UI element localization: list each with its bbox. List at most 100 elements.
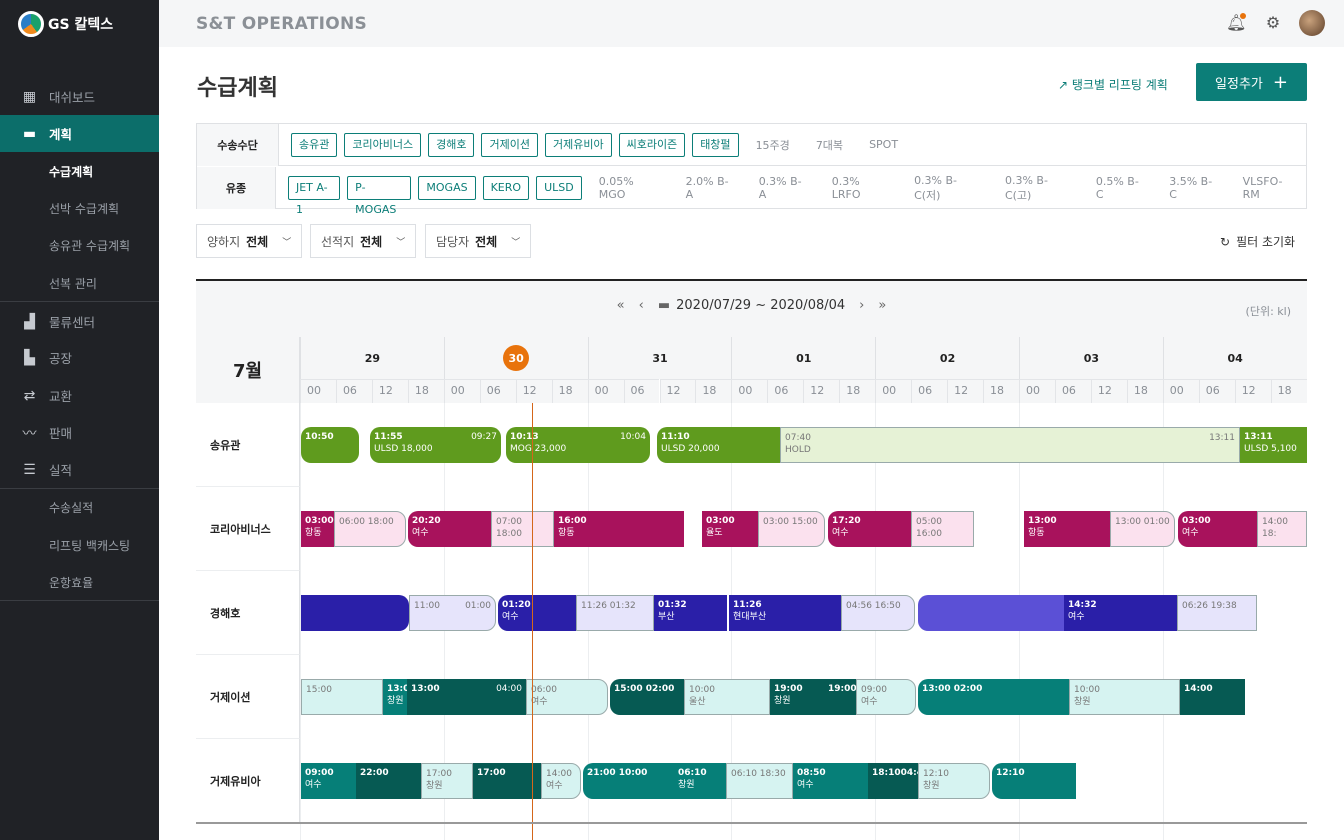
manager-dropdown[interactable]: 담당자 전체 ﹀ <box>425 224 532 258</box>
gear-icon[interactable]: ⚙ <box>1263 13 1283 33</box>
schedule-bar[interactable]: 06:10 창원 <box>674 763 726 799</box>
avatar[interactable] <box>1299 10 1325 36</box>
last-page-icon[interactable]: » <box>878 298 886 313</box>
schedule-bar[interactable]: 10:50 <box>301 427 359 463</box>
schedule-bar[interactable]: 17:00 창원 <box>421 763 473 799</box>
load-dropdown[interactable]: 선적지 전체 ﹀ <box>310 224 417 258</box>
transport-chip[interactable]: 코리아비너스 <box>344 132 422 157</box>
schedule-bar[interactable]: 13:00 창원 <box>383 679 407 715</box>
schedule-bar[interactable]: 11:26 01:32 <box>576 595 654 631</box>
schedule-bar[interactable]: 17:20 여수 <box>828 511 911 547</box>
add-schedule-button[interactable]: 일정추가 + <box>1196 63 1307 101</box>
schedule-bar[interactable]: 01:32 부산 <box>654 595 727 631</box>
schedule-bar[interactable]: 04:56 16:50 <box>841 595 915 631</box>
schedule-bar[interactable]: 13:00 항동 <box>1024 511 1110 547</box>
schedule-bar[interactable]: 10:00 창원 <box>1069 679 1180 715</box>
sidebar-item-logistics[interactable]: ▟ 물류센터 <box>0 303 159 340</box>
oil-option[interactable]: 0.3% B-C(고) <box>1005 174 1070 203</box>
tank-lifting-link[interactable]: ↗ 탱크별 리프팅 계획 <box>1058 76 1168 93</box>
schedule-bar[interactable]: 13:00 01:00 <box>1110 511 1175 547</box>
schedule-bar[interactable]: 10:00 울산 <box>684 679 770 715</box>
schedule-bar[interactable]: 14:32 여수 <box>1064 595 1177 631</box>
schedule-bar[interactable]: 15:00 02:00 <box>610 679 684 715</box>
next-icon[interactable]: › <box>859 298 864 313</box>
sidebar-sub-pipeline-plan[interactable]: 송유관 수급계획 <box>49 237 130 254</box>
oil-option[interactable]: VLSFO-RM <box>1243 175 1296 201</box>
prev-icon[interactable]: ‹ <box>639 298 644 313</box>
schedule-bar[interactable] <box>918 595 1064 631</box>
first-page-icon[interactable]: « <box>617 298 625 313</box>
schedule-bar[interactable]: 06:00 여수 <box>526 679 608 715</box>
schedule-bar[interactable] <box>301 595 409 631</box>
schedule-bar[interactable]: 03:00 여수 <box>1178 511 1257 547</box>
schedule-bar[interactable]: 12:10 창원 <box>918 763 990 799</box>
schedule-bar[interactable]: 22:00 <box>356 763 421 799</box>
schedule-bar[interactable]: 20:20 여수 <box>408 511 491 547</box>
oil-option[interactable]: 0.3% B-A <box>759 175 806 201</box>
schedule-bar[interactable]: 14:00 여수 <box>541 763 581 799</box>
schedule-bar[interactable]: 11:26 현대부산 <box>729 595 841 631</box>
oil-option[interactable]: 3.5% B-C <box>1169 175 1216 201</box>
sidebar-item-plant[interactable]: ▙ 공장 <box>0 339 159 376</box>
sidebar-sub-transport-results[interactable]: 수송실적 <box>49 499 93 516</box>
schedule-bar[interactable]: 11:00 01:00 <box>409 595 496 631</box>
schedule-bar[interactable]: 07:00 18:00 <box>491 511 554 547</box>
schedule-bar[interactable]: 18:1004:40 <box>868 763 918 799</box>
sidebar-sub-efficiency[interactable]: 운항효율 <box>49 574 93 591</box>
oil-option[interactable]: 0.5% B-C <box>1096 175 1143 201</box>
schedule-bar[interactable]: 09:00 여수 <box>856 679 916 715</box>
sidebar-sub-ship-plan[interactable]: 선박 수급계획 <box>49 200 119 217</box>
schedule-bar[interactable]: 06:00 18:00 <box>334 511 406 547</box>
oil-chip[interactable]: KERO <box>482 176 530 200</box>
oil-option[interactable]: 0.05% MGO <box>599 175 660 201</box>
sidebar-sub-backcasting[interactable]: 리프팅 백캐스팅 <box>49 537 130 554</box>
sidebar-item-dashboard[interactable]: ▦ 대쉬보드 <box>0 78 159 115</box>
schedule-bar[interactable]: 14:00 <box>1180 679 1245 715</box>
oil-chip[interactable]: ULSD <box>536 176 582 200</box>
oil-chip[interactable]: JET A-1 <box>287 176 341 216</box>
schedule-bar[interactable]: 19:0006:00 <box>824 679 856 715</box>
transport-chip[interactable]: 거제이션 <box>481 132 538 157</box>
schedule-bar[interactable]: 05:00 16:00 <box>911 511 974 547</box>
schedule-bar[interactable]: 08:50 여수 <box>793 763 868 799</box>
schedule-bar[interactable]: 13:11 ULSD 5,100 <box>1240 427 1307 463</box>
brand-logo[interactable]: GS 칼텍스 <box>18 11 113 37</box>
oil-option[interactable]: 0.3% B-C(저) <box>914 174 979 203</box>
reset-filter-button[interactable]: ↻ 필터 초기화 <box>1220 233 1295 250</box>
transport-chip[interactable]: 송유관 <box>291 132 338 157</box>
schedule-bar[interactable]: 09:00 여수 <box>301 763 356 799</box>
oil-chip[interactable]: MOGAS <box>418 176 476 200</box>
oil-option[interactable]: 2.0% B-A <box>686 175 733 201</box>
schedule-bar[interactable]: 03:00 항동 <box>301 511 334 547</box>
sidebar-item-sales[interactable]: 〰 판매 <box>0 414 159 451</box>
schedule-bar[interactable]: 13:00 02:00 <box>918 679 1069 715</box>
transport-option[interactable]: 7대복 <box>816 137 843 153</box>
sidebar-item-plan[interactable]: ▬ 계획 <box>0 115 159 152</box>
schedule-bar[interactable]: 16:00 항동 <box>554 511 684 547</box>
schedule-bar[interactable]: 01:20 여수 <box>498 595 576 631</box>
schedule-bar[interactable]: 07:40 HOLD 13:11 <box>780 427 1240 463</box>
schedule-bar[interactable]: 19:00 창원 <box>770 679 824 715</box>
schedule-bar[interactable]: 17:00 <box>473 763 541 799</box>
transport-chip[interactable]: 경해호 <box>428 132 475 157</box>
transport-chip[interactable]: 태창펄 <box>692 132 739 157</box>
oil-option[interactable]: 0.3% LRFO <box>832 175 888 201</box>
transport-option[interactable]: 15주경 <box>756 137 790 153</box>
oil-chip[interactable]: P-MOGAS <box>347 176 412 216</box>
schedule-bar[interactable]: 10:13 MOG 23,000 10:04 <box>506 427 650 463</box>
schedule-bar[interactable]: 03:00 율도 <box>702 511 758 547</box>
schedule-bar[interactable]: 06:26 19:38 <box>1177 595 1257 631</box>
sidebar-item-performance[interactable]: ☰ 실적 <box>0 451 159 488</box>
schedule-bar[interactable]: 11:10 ULSD 20,000 <box>657 427 780 463</box>
schedule-bar[interactable]: 13:00 04:00 <box>407 679 526 715</box>
sidebar-sub-supply-plan[interactable]: 수급계획 <box>49 163 93 180</box>
schedule-bar[interactable]: 11:55 ULSD 18,000 09:27 <box>370 427 501 463</box>
schedule-bar[interactable]: 21:00 10:00 <box>583 763 674 799</box>
schedule-bar[interactable]: 03:00 15:00 <box>758 511 825 547</box>
schedule-bar[interactable]: 14:00 18: <box>1257 511 1307 547</box>
schedule-bar[interactable]: 12:10 <box>992 763 1076 799</box>
transport-chip[interactable]: 씨호라이즌 <box>618 132 686 157</box>
unload-dropdown[interactable]: 양하지 전체 ﹀ <box>196 224 303 258</box>
sidebar-sub-capacity[interactable]: 선복 관리 <box>49 275 97 292</box>
schedule-bar[interactable]: 15:00 <box>301 679 383 715</box>
